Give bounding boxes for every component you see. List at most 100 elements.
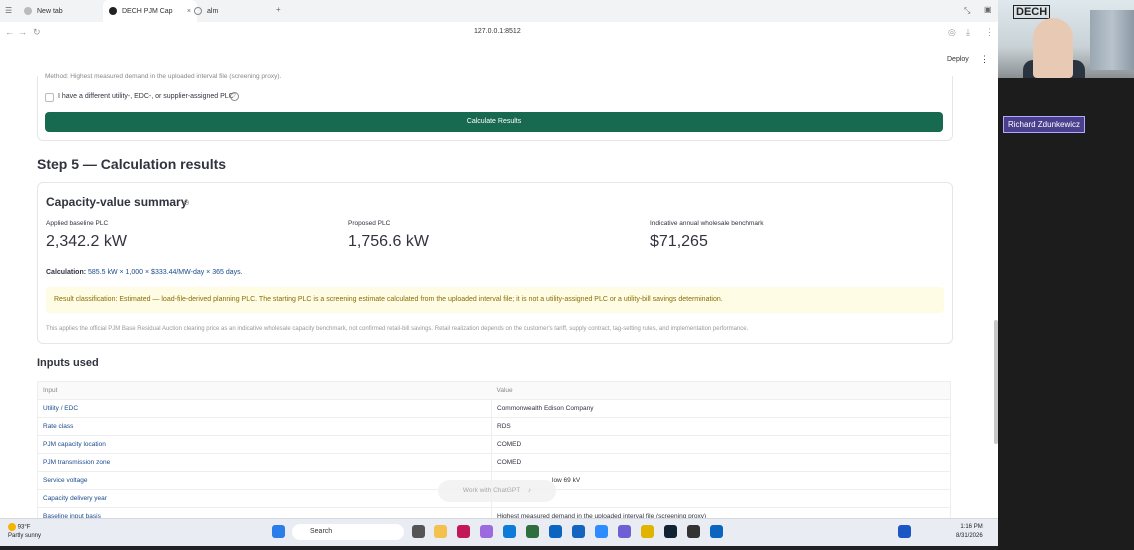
file-explorer-icon[interactable]	[434, 525, 447, 538]
tab-label: New tab	[37, 7, 63, 15]
calculate-results-button[interactable]: Calculate Results	[45, 112, 943, 132]
value-cell	[491, 489, 951, 508]
share-icon[interactable]: ◎	[948, 27, 956, 38]
tab-dech-pjm[interactable]: DECH PJM Cap ×	[103, 0, 197, 22]
address-bar: ← → ↻ 127.0.0.1:8512 ◎ ⤓ ⋮	[0, 22, 998, 45]
store-icon[interactable]	[526, 525, 539, 538]
checkbox-label[interactable]: I have a different utility-, EDC-, or su…	[58, 93, 234, 100]
chatgpt-overlay[interactable]: Work with ChatGPT ♪	[438, 480, 556, 502]
app-favicon-icon	[109, 7, 117, 15]
download-icon[interactable]: ⤓	[966, 27, 970, 38]
table-row: PJM transmission zone COMED	[37, 453, 951, 472]
weather-desc: Partly sunny	[8, 532, 42, 539]
metric-value-benchmark: $71,265	[650, 233, 708, 250]
microphone-icon[interactable]: ♪	[528, 487, 531, 494]
tab-label: alm	[207, 7, 219, 15]
zoom-icon[interactable]	[595, 525, 608, 538]
windows-taskbar: 93°F Partly sunny Search 1:16 PM 8/31/20…	[0, 518, 998, 546]
input-cell: Capacity delivery year	[37, 489, 492, 508]
table-row: Utility / EDC Commonwealth Edison Company	[37, 399, 951, 418]
input-cell: Rate class	[37, 417, 492, 436]
new-tab-icon[interactable]: +	[276, 5, 281, 14]
microphone-tray-icon[interactable]	[898, 525, 911, 538]
table-header-row: Input Value	[37, 381, 951, 400]
menu-icon[interactable]: ⋮	[985, 27, 994, 38]
method-note: Method: Highest measured demand in the u…	[45, 73, 282, 80]
benchmark-note: This applies the official PJM Base Resid…	[46, 326, 749, 332]
metric-label-proposed: Proposed PLC	[348, 220, 391, 227]
input-cell: Baseline input basis	[37, 507, 492, 518]
value-cell: COMED	[491, 453, 951, 472]
tab-actions-icon[interactable]: ☰	[5, 6, 12, 15]
table-row: Rate class RDS	[37, 417, 951, 436]
value-cell: Commonwealth Edison Company	[491, 399, 951, 418]
system-clock[interactable]: 1:16 PM 8/31/2026	[956, 523, 983, 541]
mail-icon[interactable]	[572, 525, 585, 538]
browser-tab-strip: ☰ New tab DECH PJM Cap × alm + ⤡ ▣	[0, 0, 998, 22]
column-header: Input	[37, 381, 492, 400]
taskbar-search[interactable]: Search	[292, 524, 404, 540]
capacity-summary-card: Capacity-value summary ⊖ Applied baselin…	[37, 182, 953, 344]
sidebar-icon[interactable]: ▣	[984, 5, 992, 14]
step5-heading: Step 5 — Calculation results	[37, 156, 227, 172]
metric-label-baseline: Applied baseline PLC	[46, 220, 109, 227]
weather-widget[interactable]: 93°F Partly sunny	[8, 523, 41, 540]
sun-icon	[8, 523, 16, 531]
url-field[interactable]: 127.0.0.1:8512	[474, 28, 521, 35]
copilot-icon[interactable]	[480, 525, 493, 538]
teams-icon[interactable]	[618, 525, 631, 538]
metric-value-proposed: 1,756.6 kW	[348, 233, 429, 250]
start-icon[interactable]	[272, 525, 285, 538]
minimize-window-icon[interactable]: ⤡	[964, 6, 970, 16]
different-plc-checkbox[interactable]	[45, 93, 54, 102]
tab-label: DECH PJM Cap	[122, 7, 173, 15]
search-label: Search	[310, 528, 333, 535]
participant-head	[1033, 18, 1073, 78]
metric-value-baseline: 2,342.2 kW	[46, 233, 127, 250]
anchor-link-icon[interactable]: ⊖	[183, 198, 190, 207]
column-header: Value	[491, 381, 951, 400]
participant-video: DECH	[998, 0, 1134, 78]
value-cell: low 69 kV	[491, 471, 951, 490]
back-icon[interactable]: ←	[5, 27, 14, 37]
weather-temp: 93°F	[17, 524, 31, 531]
outlook-active-icon[interactable]	[710, 525, 723, 538]
terminal-icon[interactable]	[664, 525, 677, 538]
clock-time: 1:16 PM	[960, 524, 983, 530]
city-background	[1090, 10, 1134, 70]
inputs-used-heading: Inputs used	[37, 357, 99, 369]
stickies-icon[interactable]	[641, 525, 654, 538]
tab-alm[interactable]: alm	[194, 0, 218, 22]
company-logo: DECH	[1013, 5, 1051, 19]
globe-icon	[24, 7, 32, 15]
clock-date: 8/31/2026	[956, 533, 983, 539]
deploy-button[interactable]: Deploy	[947, 56, 969, 63]
chatgpt-app-icon[interactable]	[687, 525, 700, 538]
metric-label-benchmark: Indicative annual wholesale benchmark	[650, 220, 764, 227]
input-cell: Utility / EDC	[37, 399, 492, 418]
close-tab-icon[interactable]: ×	[187, 8, 191, 15]
input-cell: Service voltage	[37, 471, 492, 490]
calculation-line: Calculation: 585.5 kW × 1,000 × $333.44/…	[46, 269, 243, 276]
notifications-app-icon[interactable]	[457, 525, 470, 538]
reload-icon[interactable]: ↻	[33, 27, 41, 38]
value-cell: Highest measured demand in the uploaded …	[491, 507, 951, 518]
card-title: Capacity-value summary	[46, 195, 188, 209]
input-cell: PJM transmission zone	[37, 453, 492, 472]
main-menu-icon[interactable]: ⋮	[980, 54, 989, 65]
task-view-icon[interactable]	[412, 525, 425, 538]
result-classification-warning: Result classification: Estimated — load-…	[46, 287, 944, 313]
participant-name: Richard Zdunkewicz	[1003, 116, 1086, 133]
value-cell: RDS	[491, 417, 951, 436]
edge-icon[interactable]	[503, 525, 516, 538]
loading-icon	[194, 7, 202, 15]
value-cell: COMED	[491, 435, 951, 454]
table-row: Baseline input basis Highest measured dem…	[37, 507, 951, 518]
tab-new-tab[interactable]: New tab	[24, 0, 63, 22]
help-icon[interactable]: ?	[230, 92, 239, 101]
forward-icon[interactable]: →	[18, 27, 27, 37]
streamlit-page: Deploy ⋮ Method: Highest measured demand…	[0, 44, 998, 518]
outlook-icon[interactable]	[549, 525, 562, 538]
table-row: PJM capacity location COMED	[37, 435, 951, 454]
calculation-formula: 585.5 kW × 1,000 × $333.44/MW-day × 365 …	[88, 269, 243, 276]
